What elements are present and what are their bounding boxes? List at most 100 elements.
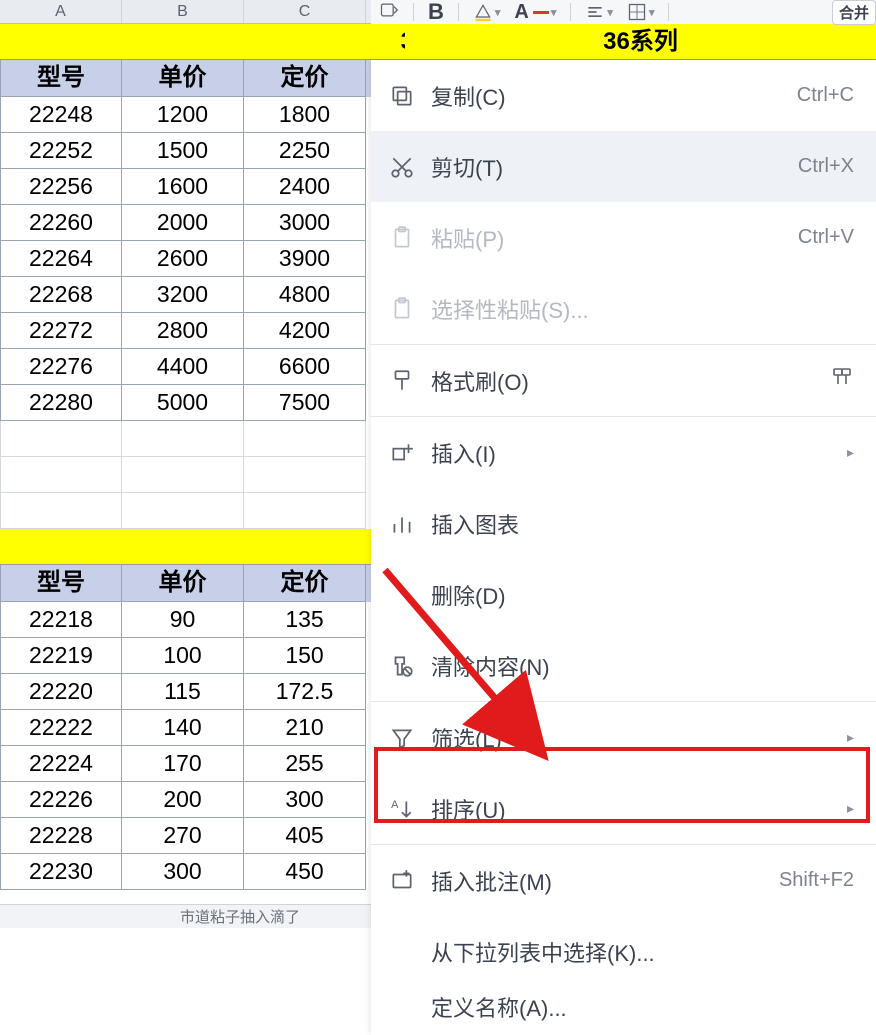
clear-icon	[389, 653, 431, 679]
series2-header-unitprice[interactable]: 单价	[122, 565, 244, 602]
table-cell[interactable]: 22219	[0, 638, 122, 674]
menu-cut[interactable]: 剪切(T) Ctrl+X	[371, 131, 876, 202]
submenu-arrow-icon: ▸	[847, 729, 854, 746]
table-cell[interactable]: 22256	[0, 169, 122, 205]
menu-sort-label: 排序(U)	[431, 793, 839, 825]
series1-header-model[interactable]: 型号	[0, 60, 122, 97]
table-cell[interactable]: 2800	[122, 313, 244, 349]
col-header-b[interactable]: B	[122, 0, 244, 23]
table-cell[interactable]: 200	[122, 782, 244, 818]
menu-insert[interactable]: 插入(I) ▸	[371, 417, 876, 488]
table-cell[interactable]: 270	[122, 818, 244, 854]
toolbar-fragment: B ▾ A▾ ▾ ▾ 合并	[371, 0, 876, 24]
table-cell[interactable]: 22228	[0, 818, 122, 854]
table-cell[interactable]: 5000	[122, 385, 244, 421]
series1-header-listprice[interactable]: 定价	[244, 60, 366, 97]
table-cell[interactable]: 170	[122, 746, 244, 782]
menu-copy[interactable]: 复制(C) Ctrl+C	[371, 60, 876, 131]
menu-paste-shortcut: Ctrl+V	[798, 226, 854, 249]
table-cell[interactable]: 22222	[0, 710, 122, 746]
fill-color-button[interactable]: ▾	[473, 2, 501, 22]
table-cell[interactable]: 1500	[122, 133, 244, 169]
table-cell[interactable]: 90	[122, 602, 244, 638]
table-cell[interactable]: 6600	[244, 349, 366, 385]
cut-icon	[389, 154, 431, 180]
menu-insert-chart[interactable]: 插入图表	[371, 488, 876, 559]
menu-cut-shortcut: Ctrl+X	[798, 155, 854, 178]
font-color-button[interactable]: A▾	[514, 1, 556, 24]
table-cell[interactable]: 115	[122, 674, 244, 710]
table-cell[interactable]: 255	[244, 746, 366, 782]
submenu-arrow-icon: ▸	[847, 444, 854, 461]
menu-insert-comment[interactable]: 插入批注(M) Shift+F2	[371, 845, 876, 916]
submenu-arrow-icon: ▸	[847, 800, 854, 817]
table-cell[interactable]: 4200	[244, 313, 366, 349]
table-cell[interactable]: 2250	[244, 133, 366, 169]
table-cell[interactable]: 1600	[122, 169, 244, 205]
context-menu: 复制(C) Ctrl+C 剪切(T) Ctrl+X 粘贴(P) Ctrl+V 选…	[371, 60, 876, 1035]
table-cell[interactable]: 22268	[0, 277, 122, 313]
table-cell[interactable]: 300	[244, 782, 366, 818]
table-cell[interactable]: 4400	[122, 349, 244, 385]
table-cell[interactable]: 2400	[244, 169, 366, 205]
menu-insert-label: 插入(I)	[431, 437, 839, 469]
align-button[interactable]: ▾	[585, 2, 613, 22]
table-cell[interactable]: 22276	[0, 349, 122, 385]
table-cell[interactable]: 210	[244, 710, 366, 746]
table-cell[interactable]: 3900	[244, 241, 366, 277]
table-cell[interactable]: 450	[244, 854, 366, 890]
menu-paste-label: 粘贴(P)	[431, 222, 798, 254]
table-cell[interactable]: 22252	[0, 133, 122, 169]
menu-pick-from-list[interactable]: 从下拉列表中选择(K)...	[371, 916, 876, 987]
table-cell[interactable]: 22272	[0, 313, 122, 349]
table-cell[interactable]: 2000	[122, 205, 244, 241]
insert-icon	[389, 440, 431, 466]
border-button[interactable]: ▾	[627, 2, 655, 22]
table-cell[interactable]: 1800	[244, 97, 366, 133]
menu-copy-label: 复制(C)	[431, 80, 797, 112]
series2-header-model[interactable]: 型号	[0, 565, 122, 602]
table-cell[interactable]: 22230	[0, 854, 122, 890]
table-cell[interactable]: 3000	[244, 205, 366, 241]
table-cell[interactable]: 4800	[244, 277, 366, 313]
table-cell[interactable]: 7500	[244, 385, 366, 421]
table-cell[interactable]: 300	[122, 854, 244, 890]
menu-filter[interactable]: 筛选(L) ▸	[371, 702, 876, 773]
sheet-tab-label[interactable]: 市道粘子抽入滴了	[180, 906, 300, 927]
table-cell[interactable]: 22260	[0, 205, 122, 241]
filter-icon	[389, 725, 431, 751]
table-cell[interactable]: 22224	[0, 746, 122, 782]
table-cell[interactable]: 3200	[122, 277, 244, 313]
table-cell[interactable]: 22264	[0, 241, 122, 277]
merge-button[interactable]: 合并	[832, 0, 876, 25]
table-cell[interactable]: 22280	[0, 385, 122, 421]
svg-text:A: A	[391, 798, 399, 810]
format-icon[interactable]	[379, 0, 399, 25]
table-cell[interactable]: 22220	[0, 674, 122, 710]
table-cell[interactable]: 22218	[0, 602, 122, 638]
menu-clear[interactable]: 清除内容(N)	[371, 630, 876, 701]
table-cell[interactable]: 22248	[0, 97, 122, 133]
series2-header-listprice[interactable]: 定价	[244, 565, 366, 602]
table-cell[interactable]: 150	[244, 638, 366, 674]
menu-paste: 粘贴(P) Ctrl+V	[371, 202, 876, 273]
col-header-c[interactable]: C	[244, 0, 366, 23]
menu-sort[interactable]: A 排序(U) ▸	[371, 773, 876, 844]
menu-format-painter[interactable]: 格式刷(O)	[371, 345, 876, 416]
table-cell[interactable]: 1200	[122, 97, 244, 133]
table-cell[interactable]: 22226	[0, 782, 122, 818]
table-cell[interactable]: 100	[122, 638, 244, 674]
table-cell[interactable]: 140	[122, 710, 244, 746]
table-cell[interactable]: 2600	[122, 241, 244, 277]
menu-paste-special: 选择性粘贴(S)...	[371, 273, 876, 344]
table-cell[interactable]: 135	[244, 602, 366, 638]
table-cell[interactable]: 172.5	[244, 674, 366, 710]
bold-button[interactable]: B	[428, 0, 444, 25]
format-painter-extra-icon	[830, 366, 854, 396]
menu-delete[interactable]: 删除(D)	[371, 559, 876, 630]
format-painter-icon	[389, 368, 431, 394]
table-cell[interactable]: 405	[244, 818, 366, 854]
menu-define-name[interactable]: 定义名称(A)...	[371, 987, 876, 1027]
col-header-a[interactable]: A	[0, 0, 122, 23]
series1-header-unitprice[interactable]: 单价	[122, 60, 244, 97]
